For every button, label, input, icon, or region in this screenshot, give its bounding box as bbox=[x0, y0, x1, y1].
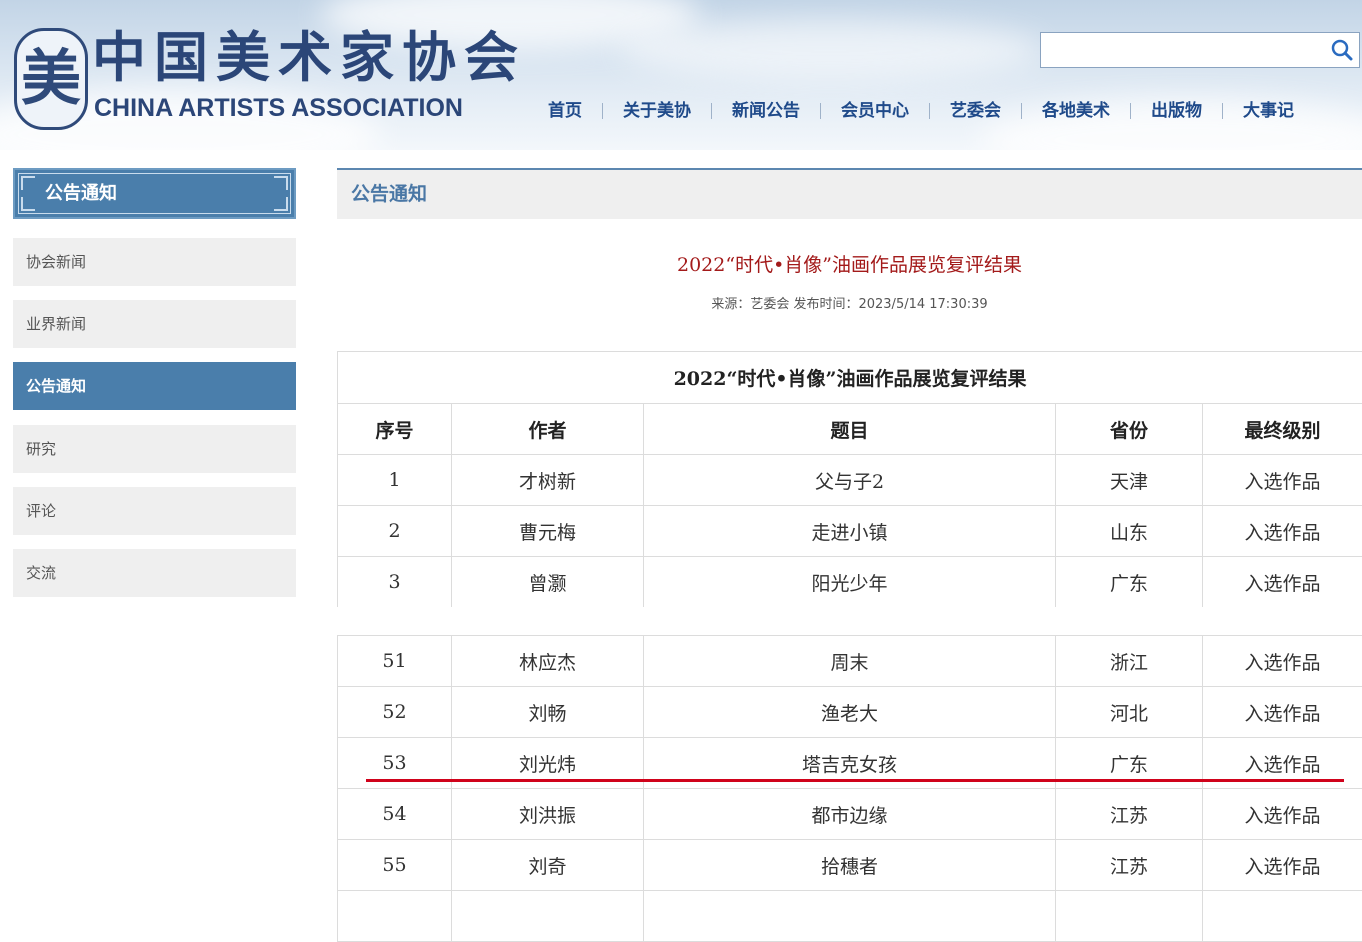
column-header-title: 题目 bbox=[644, 404, 1056, 455]
cell-title: 父与子2 bbox=[644, 455, 1056, 506]
column-header-number: 序号 bbox=[338, 404, 452, 455]
table-row: 3 曾灏 阳光少年 广东 入选作品 bbox=[338, 557, 1362, 608]
table-row: 1 才树新 父与子2 天津 入选作品 bbox=[338, 455, 1362, 506]
cell-author: 刘洪振 bbox=[452, 789, 644, 840]
section-title: 公告通知 bbox=[351, 170, 427, 219]
cell-title: 拾穗者 bbox=[644, 840, 1056, 891]
cell-number: 55 bbox=[338, 840, 452, 891]
cell-level: 入选作品 bbox=[1203, 557, 1362, 608]
sidebar-title-label: 公告通知 bbox=[45, 170, 117, 217]
sidebar-item-announcements[interactable]: 公告通知 bbox=[13, 362, 296, 410]
nav-item-regional[interactable]: 各地美术 bbox=[1022, 96, 1130, 126]
sidebar-title: 公告通知 bbox=[13, 168, 296, 219]
column-header-author: 作者 bbox=[452, 404, 644, 455]
cell-author: 曹元梅 bbox=[452, 506, 644, 557]
nav-item-chronicle[interactable]: 大事记 bbox=[1223, 96, 1314, 126]
cell-author: 刘畅 bbox=[452, 687, 644, 738]
cell-level: 入选作品 bbox=[1203, 789, 1362, 840]
cell-level: 入选作品 bbox=[1203, 455, 1362, 506]
search-input[interactable] bbox=[1045, 37, 1329, 65]
nav-item-news[interactable]: 新闻公告 bbox=[712, 96, 820, 126]
highlight-underline bbox=[366, 779, 1344, 782]
cell-number: 3 bbox=[338, 557, 452, 608]
cell-level: 入选作品 bbox=[1203, 636, 1362, 687]
column-header-level: 最终级别 bbox=[1203, 404, 1362, 455]
main-nav: 首页 关于美协 新闻公告 会员中心 艺委会 各地美术 出版物 大事记 bbox=[528, 96, 1314, 126]
sidebar-item-exchange[interactable]: 交流 bbox=[13, 549, 296, 597]
table-row: 52 刘畅 渔老大 河北 入选作品 bbox=[338, 687, 1362, 738]
sidebar-item-industry-news[interactable]: 业界新闻 bbox=[13, 300, 296, 348]
results-table: 2022“时代•肖像”油画作品展览复评结果 序号 作者 题目 省份 最终级别 1… bbox=[337, 351, 1362, 608]
search-icon[interactable] bbox=[1331, 39, 1353, 61]
cell-title: 周末 bbox=[644, 636, 1056, 687]
section-header: 公告通知 bbox=[337, 168, 1362, 219]
cell-author: 曾灏 bbox=[452, 557, 644, 608]
sidebar-item-review[interactable]: 评论 bbox=[13, 487, 296, 535]
logo-cn-text[interactable]: 中国美术家协会 bbox=[92, 26, 526, 88]
cell-province: 江苏 bbox=[1056, 789, 1203, 840]
article-title: 2022“时代•肖像”油画作品展览复评结果 bbox=[337, 250, 1362, 277]
logo-en-text[interactable]: CHINA ARTISTS ASSOCIATION bbox=[94, 93, 463, 123]
sidebar-item-association-news[interactable]: 协会新闻 bbox=[13, 238, 296, 286]
cell-number: 1 bbox=[338, 455, 452, 506]
cell-title: 阳光少年 bbox=[644, 557, 1056, 608]
cloud-decoration bbox=[620, 20, 1040, 80]
table-row: 54 刘洪振 都市边缘 江苏 入选作品 bbox=[338, 789, 1362, 840]
cell-province: 河北 bbox=[1056, 687, 1203, 738]
cell-province: 江苏 bbox=[1056, 840, 1203, 891]
cell-province: 广东 bbox=[1056, 557, 1203, 608]
sidebar-item-research[interactable]: 研究 bbox=[13, 425, 296, 473]
cell-number: 51 bbox=[338, 636, 452, 687]
cell-title: 走进小镇 bbox=[644, 506, 1056, 557]
cell-title: 渔老大 bbox=[644, 687, 1056, 738]
cell-level: 入选作品 bbox=[1203, 840, 1362, 891]
nav-item-publications[interactable]: 出版物 bbox=[1131, 96, 1222, 126]
nav-item-committee[interactable]: 艺委会 bbox=[930, 96, 1021, 126]
table-header-row: 序号 作者 题目 省份 最终级别 bbox=[338, 404, 1362, 455]
article-meta: 来源：艺委会 发布时间：2023/5/14 17:30:39 bbox=[337, 293, 1362, 312]
table-caption: 2022“时代•肖像”油画作品展览复评结果 bbox=[338, 352, 1362, 404]
cell-province: 天津 bbox=[1056, 455, 1203, 506]
cell-author: 刘奇 bbox=[452, 840, 644, 891]
cell-number: 54 bbox=[338, 789, 452, 840]
cell-number: 52 bbox=[338, 687, 452, 738]
nav-item-members[interactable]: 会员中心 bbox=[821, 96, 929, 126]
cell-province: 浙江 bbox=[1056, 636, 1203, 687]
cell-level: 入选作品 bbox=[1203, 506, 1362, 557]
search-box bbox=[1040, 32, 1360, 68]
cell-title: 都市边缘 bbox=[644, 789, 1056, 840]
cell-province: 山东 bbox=[1056, 506, 1203, 557]
cell-level: 入选作品 bbox=[1203, 687, 1362, 738]
table-row: 55 刘奇 拾穗者 江苏 入选作品 bbox=[338, 840, 1362, 891]
nav-item-about[interactable]: 关于美协 bbox=[603, 96, 711, 126]
cell-author: 才树新 bbox=[452, 455, 644, 506]
table-row: 51 林应杰 周末 浙江 入选作品 bbox=[338, 636, 1362, 687]
table-row: 2 曹元梅 走进小镇 山东 入选作品 bbox=[338, 506, 1362, 557]
site-header: 美 中国美术家协会 CHINA ARTISTS ASSOCIATION 首页 关… bbox=[0, 0, 1362, 150]
results-table-continued: 51 林应杰 周末 浙江 入选作品 52 刘畅 渔老大 河北 入选作品 53 刘… bbox=[337, 635, 1362, 942]
cell-number: 2 bbox=[338, 506, 452, 557]
table-row-partial bbox=[338, 891, 1362, 942]
table-gap bbox=[337, 607, 1362, 635]
nav-item-home[interactable]: 首页 bbox=[528, 96, 602, 126]
logo-emblem[interactable]: 美 bbox=[14, 28, 88, 130]
cell-author: 林应杰 bbox=[452, 636, 644, 687]
column-header-province: 省份 bbox=[1056, 404, 1203, 455]
